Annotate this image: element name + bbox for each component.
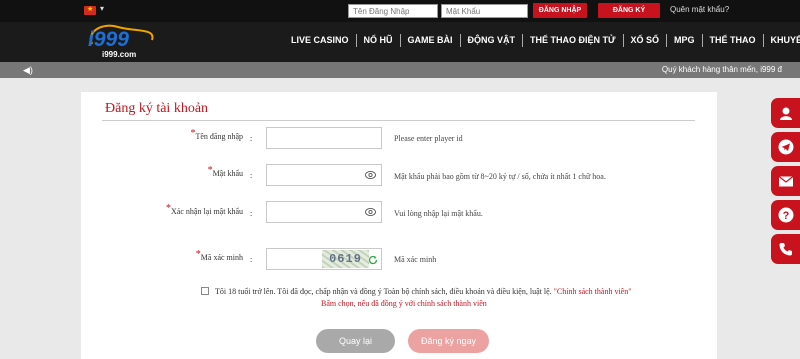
password-hint: Mật khẩu phải bao gồm từ 8~20 ký tự / số… (394, 172, 606, 181)
colon: : (250, 134, 253, 143)
captcha-image: 0619 (322, 250, 369, 268)
register-username-field[interactable] (266, 127, 382, 149)
nav-the-thao[interactable]: THỂ THAO (701, 34, 763, 47)
required-mark: * (207, 165, 213, 176)
ticker-text: Quý khách hàng thân mến, i999 đ (661, 65, 782, 74)
confirm-hint: Vui lòng nhập lại mật khẩu. (394, 209, 483, 218)
mail-icon (778, 176, 794, 187)
nav-mpg[interactable]: MPG (666, 34, 702, 47)
captcha-hint: Mã xác minh (394, 255, 437, 264)
eye-icon[interactable] (365, 207, 376, 217)
agreement-text: Tôi 18 tuổi trở lên. Tôi đã đọc, chấp nh… (215, 287, 552, 296)
colon: : (250, 255, 253, 264)
back-button[interactable]: Quay lại (316, 329, 395, 353)
page-title: Đăng ký tài khoản (105, 101, 209, 116)
register-now-button[interactable]: Đăng ký ngay (408, 329, 489, 353)
svg-text:i999.com: i999.com (102, 50, 136, 59)
side-support-button[interactable] (771, 98, 800, 128)
captcha-label-text: Mã xác minh (200, 253, 243, 262)
member-policy-link[interactable]: "Chính sách thành viên" (554, 287, 632, 296)
nav-game-bai[interactable]: GAME BÀI (399, 34, 460, 47)
support-agent-icon (780, 107, 792, 120)
i999-logo[interactable]: i999 i999.com (82, 24, 158, 60)
password-input[interactable] (441, 4, 528, 18)
nav-no-hu[interactable]: NỔ HŨ (355, 34, 400, 47)
agree-checkbox[interactable] (201, 287, 209, 295)
side-mail-button[interactable] (771, 166, 800, 196)
required-mark: * (195, 249, 201, 260)
register-password-field[interactable] (266, 164, 382, 186)
nav-the-thao-dien-tu[interactable]: THỂ THAO ĐIỆN TỬ (522, 34, 622, 47)
logo-domain: .com (118, 50, 137, 59)
eye-icon[interactable] (365, 170, 376, 180)
flag-star-icon: ★ (87, 6, 94, 13)
vietnam-flag-icon[interactable]: ★ (84, 6, 96, 15)
announcement-ticker: ◀) Quý khách hàng thân mến, i999 đ (0, 62, 800, 78)
refresh-icon[interactable] (368, 255, 378, 265)
forgot-password-link[interactable]: Quên mật khẩu? (670, 5, 729, 14)
help-icon: ? (778, 207, 794, 223)
logo-text: i999 (88, 28, 129, 51)
nav-live-casino[interactable]: LIVE CASINO (284, 34, 356, 47)
title-divider (102, 120, 695, 121)
colon: : (250, 209, 253, 218)
telegram-icon (778, 139, 794, 155)
password-label-text: Mật khẩu (212, 169, 243, 178)
nav-xo-so[interactable]: XỔ SỐ (622, 34, 667, 47)
main-nav: LIVE CASINO NỔ HŨ GAME BÀI ĐỘNG VẬT THỂ … (284, 34, 800, 47)
username-label: *Tên đăng nhập (93, 128, 243, 142)
colon: : (250, 171, 253, 180)
speaker-icon: ◀) (23, 65, 33, 75)
nav-dong-vat[interactable]: ĐỘNG VẬT (459, 34, 523, 47)
required-mark: * (166, 203, 172, 214)
nav-khuyen-mai[interactable]: KHUYẾN MÃI (762, 34, 800, 47)
captcha-label: *Mã xác minh (93, 249, 243, 263)
chevron-down-icon[interactable]: ▾ (100, 4, 104, 13)
svg-text:?: ? (783, 210, 790, 222)
agreement-note: Bấm chọn, nếu đã đồng ý với chính sách t… (321, 299, 487, 308)
required-mark: * (190, 128, 196, 139)
login-button[interactable]: ĐĂNG NHẬP (533, 3, 587, 18)
register-button[interactable]: ĐĂNG KÝ (598, 3, 660, 18)
confirm-password-label: *Xác nhận lại mật khẩu (93, 203, 243, 217)
side-telegram-button[interactable] (771, 132, 800, 162)
password-label: *Mật khẩu (93, 165, 243, 179)
confirm-password-field[interactable] (266, 201, 382, 223)
agreement-row: Tôi 18 tuổi trở lên. Tôi đã đọc, chấp nh… (201, 287, 632, 296)
username-input[interactable] (348, 4, 438, 18)
top-bar: ★ ▾ ĐĂNG NHẬP ĐĂNG KÝ Quên mật khẩu? (0, 0, 800, 22)
username-label-text: Tên đăng nhập (195, 132, 243, 141)
phone-icon (779, 243, 792, 256)
confirm-label-text: Xác nhận lại mật khẩu (171, 207, 243, 216)
side-help-button[interactable]: ? (771, 200, 800, 230)
side-phone-button[interactable] (771, 234, 800, 264)
username-hint: Please enter player id (394, 134, 463, 143)
main-nav-bar: i999 i999.com LIVE CASINO NỔ HŨ GAME BÀI… (0, 22, 800, 62)
registration-panel: Đăng ký tài khoản *Tên đăng nhập : Pleas… (81, 92, 717, 359)
